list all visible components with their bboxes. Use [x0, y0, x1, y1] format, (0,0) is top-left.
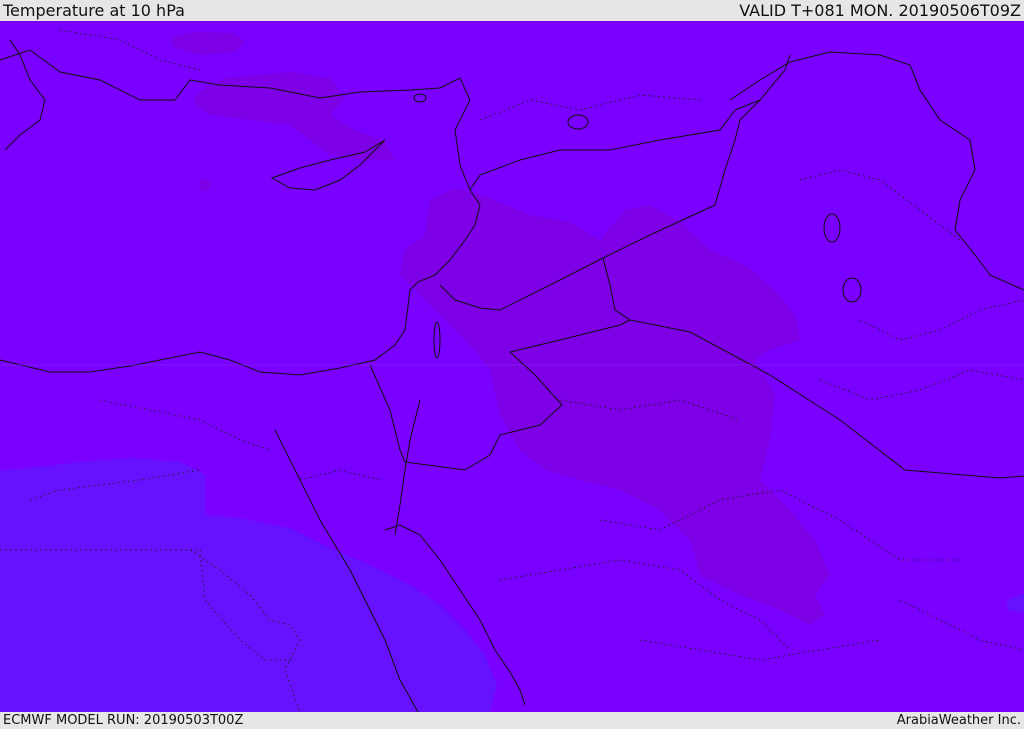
warm-region-dot [199, 179, 211, 191]
map-header: Temperature at 10 hPa VALID T+081 MON. 2… [0, 0, 1024, 21]
model-run-label: ECMWF MODEL RUN: 20190503T00Z [3, 713, 244, 728]
credit-label: ArabiaWeather Inc. [896, 713, 1021, 728]
map-canvas [0, 21, 1024, 712]
map-title: Temperature at 10 hPa [3, 1, 185, 20]
map-footer: ECMWF MODEL RUN: 20190503T00Z ArabiaWeat… [0, 712, 1024, 729]
temperature-map[interactable] [0, 21, 1024, 712]
valid-time-label: VALID T+081 MON. 20190506T09Z [739, 1, 1021, 20]
